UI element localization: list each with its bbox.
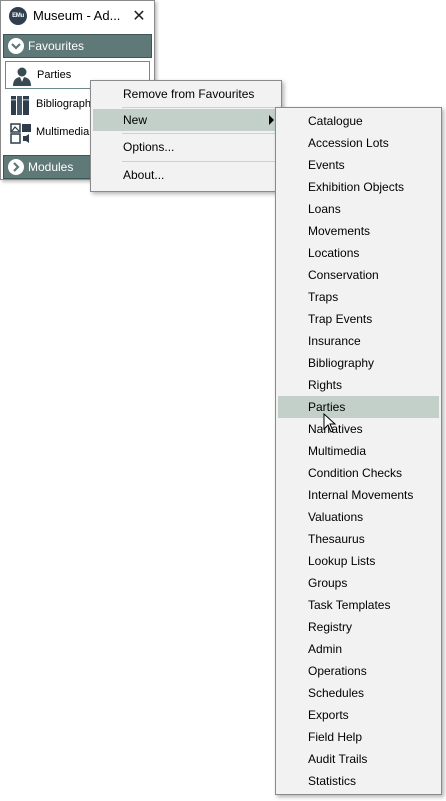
submenu-item-events[interactable]: Events [278,154,439,176]
submenu-item-accession-lots[interactable]: Accession Lots [278,132,439,154]
menu-separator [122,107,276,108]
submenu-item-exhibition-objects[interactable]: Exhibition Objects [278,176,439,198]
menu-item-label: Options... [123,140,175,154]
modules-label: Modules [28,160,74,174]
menu-separator [122,133,276,134]
menu-item-label: About... [123,168,165,182]
submenu-item-label: Accession Lots [308,136,389,150]
submenu-item-schedules[interactable]: Schedules [278,682,439,704]
submenu-item-bibliography[interactable]: Bibliography [278,352,439,374]
submenu-item-rights[interactable]: Rights [278,374,439,396]
submenu-item-registry[interactable]: Registry [278,616,439,638]
submenu-item-locations[interactable]: Locations [278,242,439,264]
context-menu: Remove from Favourites New Options... Ab… [90,80,282,192]
person-icon [11,65,33,87]
submenu-item-label: Catalogue [308,114,363,128]
submenu-item-valuations[interactable]: Valuations [278,506,439,528]
submenu-item-thesaurus[interactable]: Thesaurus [278,528,439,550]
submenu-item-label: Traps [308,290,339,304]
submenu-item-label: Schedules [308,686,365,700]
submenu-item-narratives[interactable]: Narratives [278,418,439,440]
submenu-item-audit-trails[interactable]: Audit Trails [278,748,439,770]
submenu-item-label: Condition Checks [308,466,403,480]
books-icon [10,94,32,116]
submenu-item-label: Rights [308,378,343,392]
favourite-label: Bibliography [36,98,97,110]
window-title: Museum - Ad... [33,8,121,23]
submenu-arrow-icon [269,115,274,125]
menu-item-about[interactable]: About... [93,164,279,186]
submenu-item-statistics[interactable]: Statistics [278,770,439,792]
mouse-cursor-icon [323,413,337,433]
new-submenu: Catalogue Accession Lots Events Exhibition … [275,107,442,795]
submenu-item-conservation[interactable]: Conservation [278,264,439,286]
chevron-right-icon [8,159,24,175]
submenu-item-label: Thesaurus [308,532,365,546]
favourite-label: Parties [37,69,72,81]
favourites-section-header[interactable]: Favourites [3,34,152,58]
submenu-item-exports[interactable]: Exports [278,704,439,726]
submenu-item-label: Exhibition Objects [308,180,405,194]
menu-item-new[interactable]: New [93,109,279,131]
submenu-item-label: Bibliography [308,356,375,370]
multimedia-icon [10,122,32,144]
submenu-item-label: Multimedia [308,444,367,458]
close-icon: ✕ [132,8,146,25]
submenu-item-label: Parties [308,400,346,414]
submenu-item-lookup-lists[interactable]: Lookup Lists [278,550,439,572]
submenu-item-label: Operations [308,664,367,678]
submenu-item-multimedia[interactable]: Multimedia [278,440,439,462]
menu-separator [122,161,276,162]
title-bar[interactable]: EMu Museum - Ad... ✕ [1,1,154,31]
submenu-item-groups[interactable]: Groups [278,572,439,594]
submenu-item-label: Events [308,158,345,172]
submenu-item-trap-events[interactable]: Trap Events [278,308,439,330]
submenu-item-label: Insurance [308,334,361,348]
menu-item-options[interactable]: Options... [93,136,279,158]
submenu-item-label: Movements [308,224,371,238]
submenu-item-catalogue[interactable]: Catalogue [278,110,439,132]
menu-item-remove-from-favourites[interactable]: Remove from Favourites [93,83,279,105]
submenu-item-label: Lookup Lists [308,554,376,568]
submenu-item-label: Registry [308,620,353,634]
submenu-item-label: Statistics [308,774,357,788]
submenu-item-label: Exports [308,708,349,722]
menu-item-label: Remove from Favourites [123,87,255,101]
submenu-item-condition-checks[interactable]: Condition Checks [278,462,439,484]
chevron-down-icon [8,38,24,54]
submenu-item-parties[interactable]: Parties [278,396,439,418]
submenu-item-task-templates[interactable]: Task Templates [278,594,439,616]
submenu-item-field-help[interactable]: Field Help [278,726,439,748]
submenu-item-label: Admin [308,642,343,656]
close-button[interactable]: ✕ [129,6,149,26]
submenu-item-traps[interactable]: Traps [278,286,439,308]
submenu-item-label: Conservation [308,268,379,282]
favourite-label: Multimedia [36,126,90,138]
submenu-item-loans[interactable]: Loans [278,198,439,220]
submenu-item-insurance[interactable]: Insurance [278,330,439,352]
menu-item-label: New [123,113,148,127]
submenu-item-operations[interactable]: Operations [278,660,439,682]
submenu-item-label: Audit Trails [308,752,368,766]
app-logo: EMu [9,7,27,25]
submenu-item-movements[interactable]: Movements [278,220,439,242]
submenu-item-label: Loans [308,202,341,216]
submenu-item-internal-movements[interactable]: Internal Movements [278,484,439,506]
submenu-item-label: Field Help [308,730,363,744]
submenu-item-label: Locations [308,246,360,260]
submenu-item-label: Trap Events [308,312,373,326]
submenu-item-label: Task Templates [308,598,391,612]
submenu-item-admin[interactable]: Admin [278,638,439,660]
favourites-label: Favourites [28,39,85,53]
submenu-item-label: Valuations [308,510,364,524]
submenu-item-label: Internal Movements [308,488,414,502]
submenu-item-label: Groups [308,576,348,590]
